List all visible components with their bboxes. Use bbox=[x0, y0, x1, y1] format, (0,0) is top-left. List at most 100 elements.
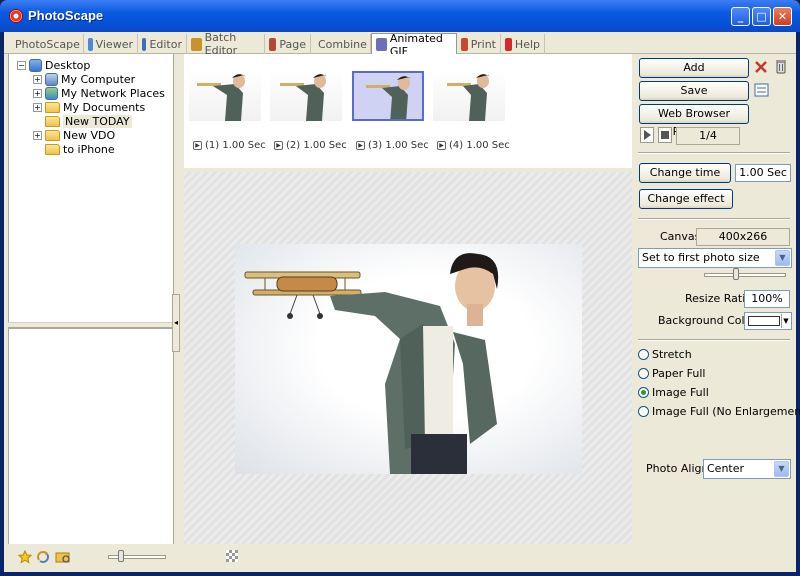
frame-play-icon[interactable]: ▶ bbox=[437, 141, 446, 150]
save-button[interactable]: Save bbox=[639, 81, 749, 101]
tab-label: Viewer bbox=[95, 37, 133, 51]
tab-batch-editor[interactable]: Batch Editor bbox=[187, 31, 265, 57]
canvas-label: Canvas bbox=[660, 230, 701, 243]
frame-duration-label[interactable]: ▶ (4) 1.00 Sec bbox=[437, 140, 510, 151]
collapse-left-pane-handle[interactable]: ◂ bbox=[172, 294, 180, 352]
background-color-swatch bbox=[748, 316, 780, 326]
change-time-button[interactable]: Change time bbox=[639, 163, 731, 183]
batch-editor-icon bbox=[191, 37, 202, 51]
expand-node-icon[interactable]: + bbox=[33, 88, 42, 98]
title-bar[interactable]: PhotoScape _ □ ✕ bbox=[0, 0, 800, 32]
chevron-down-icon[interactable]: ▼ bbox=[774, 461, 789, 477]
frame-duration-label[interactable]: ▶ (1) 1.00 Sec bbox=[193, 140, 266, 151]
radio-button[interactable] bbox=[638, 387, 649, 398]
tree-node-my-network-places[interactable]: + My Network Places bbox=[33, 86, 165, 100]
change-effect-button[interactable]: Change effect bbox=[639, 189, 733, 209]
tree-node-my-documents[interactable]: + My Documents bbox=[33, 100, 145, 114]
frame-photo bbox=[197, 74, 246, 121]
canvas-size-select[interactable]: Set to first photo size ▼ bbox=[638, 248, 792, 268]
tab-bar: PhotoScape Viewer Editor Batch Editor Page Co… bbox=[4, 31, 796, 58]
radio-label: Image Full bbox=[652, 386, 709, 399]
favorite-star-icon[interactable] bbox=[17, 549, 33, 564]
tab-label: Page bbox=[279, 37, 306, 51]
photoscape-window: PhotoScape _ □ ✕ PhotoScape Viewer Editor B… bbox=[0, 0, 800, 576]
tree-node-label: to iPhone bbox=[63, 142, 115, 156]
expand-node-icon[interactable]: + bbox=[33, 102, 42, 112]
delete-frame-icon[interactable] bbox=[754, 60, 768, 74]
resize-ratio-slider-thumb[interactable] bbox=[732, 268, 739, 280]
radio-button[interactable] bbox=[638, 349, 649, 360]
play-icon[interactable] bbox=[640, 127, 654, 143]
frame-thumbnail[interactable] bbox=[433, 71, 505, 121]
separator bbox=[638, 218, 790, 220]
thumbnail-zoom-slider-thumb[interactable] bbox=[118, 550, 125, 562]
frame-thumbnail[interactable] bbox=[189, 71, 261, 121]
tree-node-new-today[interactable]: New TODAY bbox=[33, 114, 132, 128]
tab-label: Combine bbox=[318, 37, 367, 51]
stop-icon[interactable] bbox=[658, 127, 672, 143]
photoscape-logo-icon bbox=[9, 9, 23, 23]
tab-page[interactable]: Page bbox=[265, 34, 311, 54]
tree-node-label: Desktop bbox=[45, 58, 91, 72]
radio-button[interactable] bbox=[638, 368, 649, 379]
tree-node-label: My Documents bbox=[63, 100, 146, 114]
resize-ratio-slider-track[interactable] bbox=[704, 273, 786, 277]
tree-node-desktop[interactable]: − Desktop bbox=[17, 58, 90, 72]
folder-tree[interactable]: − Desktop + My Computer + My Network Places + M… bbox=[8, 54, 174, 322]
thumbnail-zoom-slider-track[interactable] bbox=[108, 555, 166, 559]
tab-label: PhotoScape bbox=[15, 37, 80, 51]
transparency-grid-icon[interactable] bbox=[226, 550, 238, 562]
close-button[interactable]: ✕ bbox=[773, 7, 792, 26]
tab-editor[interactable]: Editor bbox=[138, 34, 187, 54]
tab-animated-gif[interactable]: Animated GIF bbox=[371, 32, 457, 58]
frame-photo bbox=[280, 74, 327, 121]
resize-ratio-field[interactable]: 100% bbox=[744, 290, 790, 308]
radio-button[interactable] bbox=[638, 406, 649, 417]
frame-thumbnail[interactable] bbox=[270, 71, 342, 121]
tab-viewer[interactable]: Viewer bbox=[84, 34, 138, 54]
photo-align-select[interactable]: Center ▼ bbox=[703, 459, 791, 479]
tab-help[interactable]: Help bbox=[501, 34, 545, 54]
expand-node-icon[interactable]: + bbox=[33, 74, 42, 84]
expand-node-icon[interactable]: + bbox=[33, 130, 42, 140]
collapse-node-icon[interactable]: − bbox=[17, 60, 26, 70]
maximize-button[interactable]: □ bbox=[752, 7, 771, 26]
chevron-down-icon[interactable]: ▼ bbox=[775, 250, 790, 266]
rotate-icon[interactable] bbox=[36, 550, 50, 564]
frame-list-icon[interactable] bbox=[754, 83, 769, 97]
file-list[interactable] bbox=[8, 328, 174, 568]
tree-node-label: New TODAY bbox=[63, 114, 132, 128]
frame-play-icon[interactable]: ▶ bbox=[274, 141, 283, 150]
fit-option-image-full-no-enlargement[interactable]: Image Full (No Enlargement) bbox=[638, 405, 800, 418]
frame-play-icon[interactable]: ▶ bbox=[193, 141, 202, 150]
trash-icon[interactable] bbox=[774, 59, 788, 74]
time-value-field[interactable]: 1.00 Sec bbox=[735, 164, 791, 182]
tree-node-label: My Computer bbox=[61, 72, 136, 86]
frame-duration-label[interactable]: ▶ (2) 1.00 Sec bbox=[274, 140, 347, 151]
left-pane: − Desktop + My Computer + My Network Places + M… bbox=[8, 54, 174, 568]
fit-option-stretch[interactable]: Stretch bbox=[638, 348, 692, 361]
help-icon bbox=[505, 37, 512, 51]
folder-icon bbox=[45, 115, 60, 127]
frame-duration-label[interactable]: ▶ (3) 1.00 Sec bbox=[356, 140, 429, 151]
web-browser-preview-button[interactable]: Web Browser Preview bbox=[639, 104, 749, 138]
frame-play-icon[interactable]: ▶ bbox=[356, 141, 365, 150]
tab-photoscape[interactable]: PhotoScape bbox=[8, 34, 84, 54]
color-dropdown-arrow-icon[interactable]: ▼ bbox=[781, 314, 790, 328]
frame-thumbnail[interactable] bbox=[352, 71, 424, 121]
tree-node-new-vdo[interactable]: + New VDO bbox=[33, 128, 115, 142]
minimize-button[interactable]: _ bbox=[731, 7, 750, 26]
add-button[interactable]: Add bbox=[639, 58, 749, 78]
tree-node-my-computer[interactable]: + My Computer bbox=[33, 72, 135, 86]
fit-option-paper-full[interactable]: Paper Full bbox=[638, 367, 705, 380]
tree-node-to-iphone[interactable]: to iPhone bbox=[33, 142, 115, 156]
tab-combine[interactable]: Combine bbox=[311, 34, 371, 54]
background-color-picker[interactable]: ▼ bbox=[744, 312, 792, 330]
folder-browse-icon[interactable] bbox=[55, 550, 70, 564]
frame-duration-text: (4) 1.00 Sec bbox=[449, 140, 510, 151]
tree-node-label: My Network Places bbox=[61, 86, 165, 100]
radio-label: Stretch bbox=[652, 348, 692, 361]
tab-print[interactable]: Print bbox=[457, 34, 501, 54]
print-icon bbox=[461, 37, 468, 51]
fit-option-image-full[interactable]: Image Full bbox=[638, 386, 709, 399]
